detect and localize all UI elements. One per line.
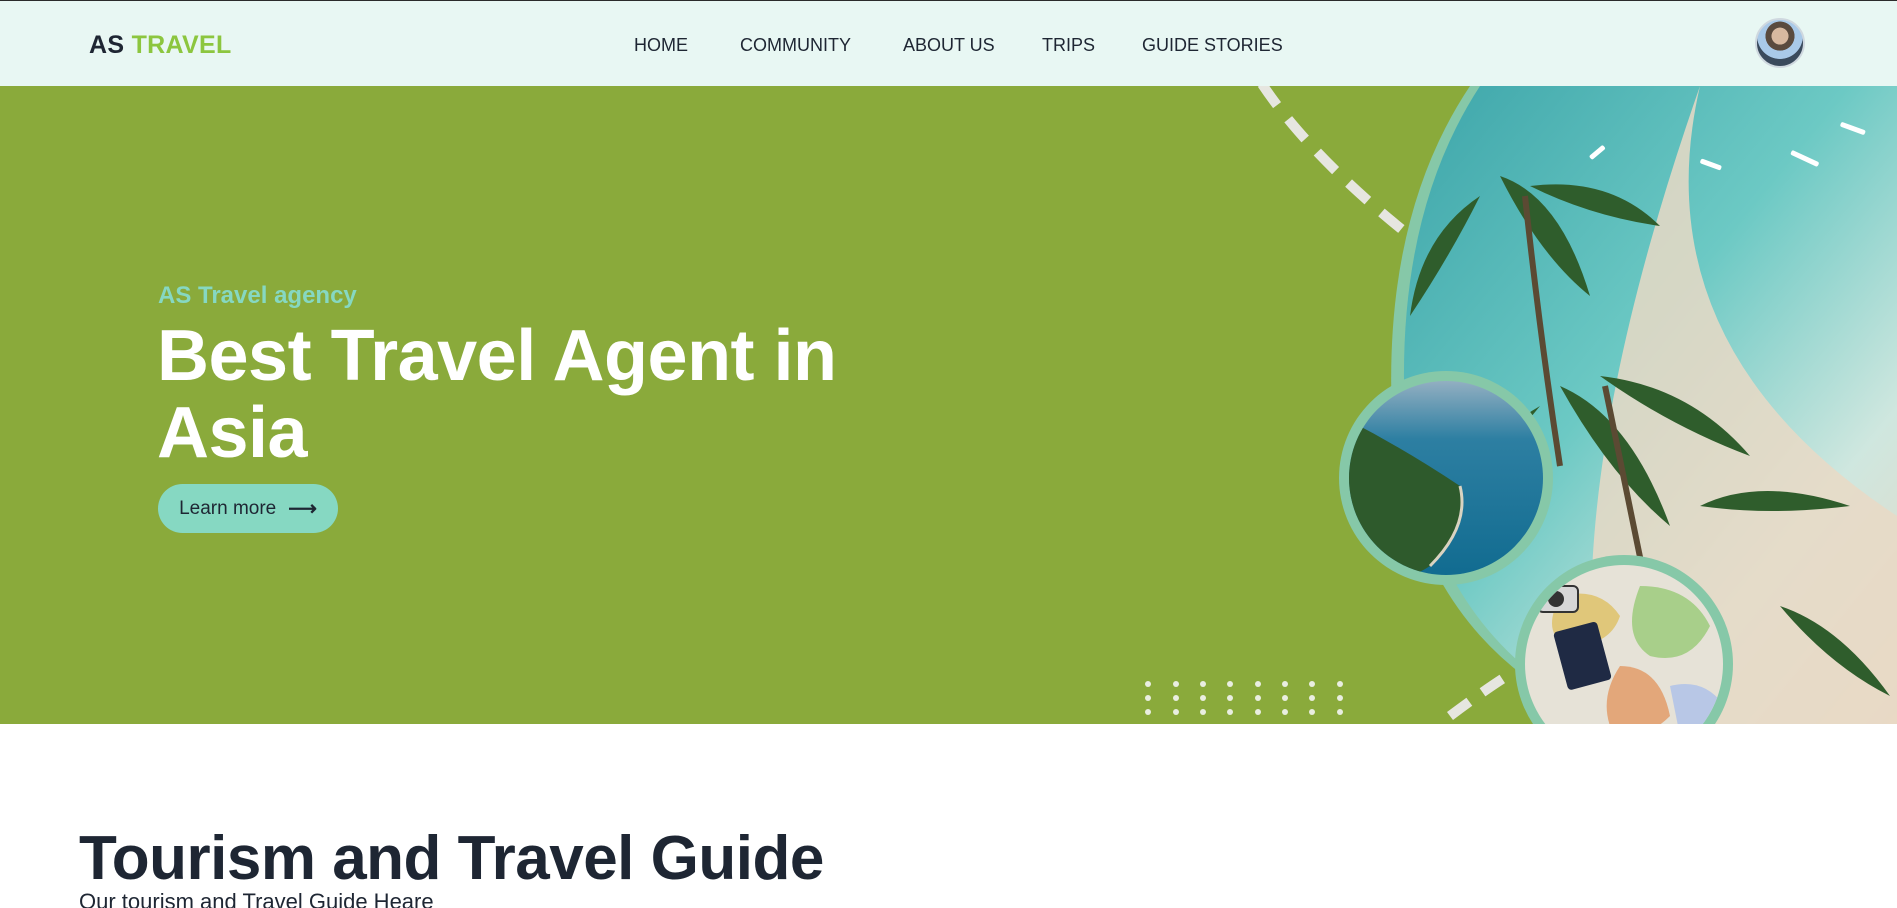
- user-avatar[interactable]: [1755, 18, 1805, 68]
- hero-banner: AS Travel agency Best Travel Agent in As…: [0, 86, 1897, 724]
- learn-more-label: Learn more: [179, 497, 277, 519]
- section-subtitle: Our tourism and Travel Guide Heare: [79, 889, 434, 908]
- nav-item-guide-stories[interactable]: GUIDE STORIES: [1142, 35, 1283, 56]
- site-header: AS TRAVEL HOME COMMUNITY ABOUT US TRIPS …: [0, 1, 1897, 86]
- learn-more-button[interactable]: Learn more ⟶: [158, 484, 338, 533]
- dot-grid-decoration: [1145, 681, 1343, 715]
- section-title: Tourism and Travel Guide: [79, 824, 824, 893]
- hero-title: Best Travel Agent in Asia: [157, 316, 837, 473]
- dashed-curve-bottom: [1447, 666, 1518, 721]
- nav-item-about-us[interactable]: ABOUT US: [903, 35, 995, 56]
- nav-item-community[interactable]: COMMUNITY: [740, 35, 851, 56]
- main-nav: HOME COMMUNITY ABOUT US TRIPS GUIDE STOR…: [0, 35, 1897, 59]
- nav-item-home[interactable]: HOME: [634, 35, 688, 56]
- nav-item-trips[interactable]: TRIPS: [1042, 35, 1095, 56]
- dashed-curve-top: [1257, 86, 1414, 240]
- hero-subtitle: AS Travel agency: [158, 282, 357, 309]
- arrow-right-icon: ⟶: [288, 498, 317, 520]
